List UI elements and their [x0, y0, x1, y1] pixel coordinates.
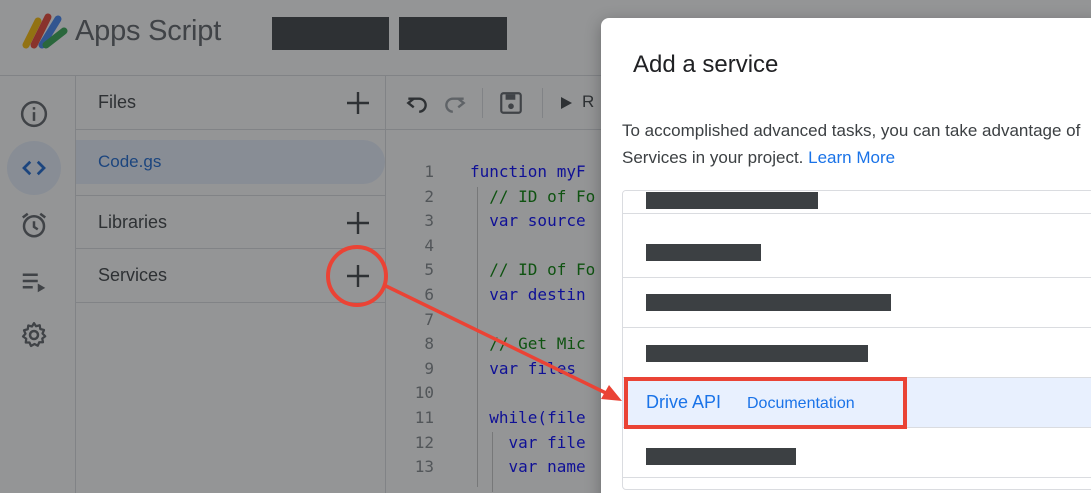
service-option-drive-api[interactable]: Drive API Documentation — [623, 378, 1091, 428]
documentation-link[interactable]: Documentation — [747, 395, 855, 413]
redacted-service-name — [646, 448, 796, 465]
dialog-description: To accomplished advanced tasks, you can … — [622, 117, 1091, 171]
redacted-service-name — [646, 294, 891, 311]
redacted-service-name — [646, 345, 868, 362]
add-service-dialog: Add a service To accomplished advanced t… — [601, 18, 1091, 493]
service-option[interactable] — [623, 191, 1091, 214]
service-name: Drive API — [646, 392, 722, 412]
service-list: Drive API Documentation — [622, 190, 1091, 490]
redacted-service-name — [646, 244, 761, 261]
description-line-2: Services in your project. Learn More — [622, 148, 896, 167]
redacted-service-name — [646, 192, 818, 209]
service-option[interactable] — [623, 328, 1091, 378]
service-option[interactable] — [623, 228, 1091, 278]
service-option[interactable] — [623, 278, 1091, 328]
learn-more-link[interactable]: Learn More — [808, 148, 895, 167]
service-option[interactable] — [623, 428, 1091, 478]
description-line-1: To accomplished advanced tasks, you can … — [622, 121, 1081, 140]
dialog-title: Add a service — [633, 51, 779, 78]
